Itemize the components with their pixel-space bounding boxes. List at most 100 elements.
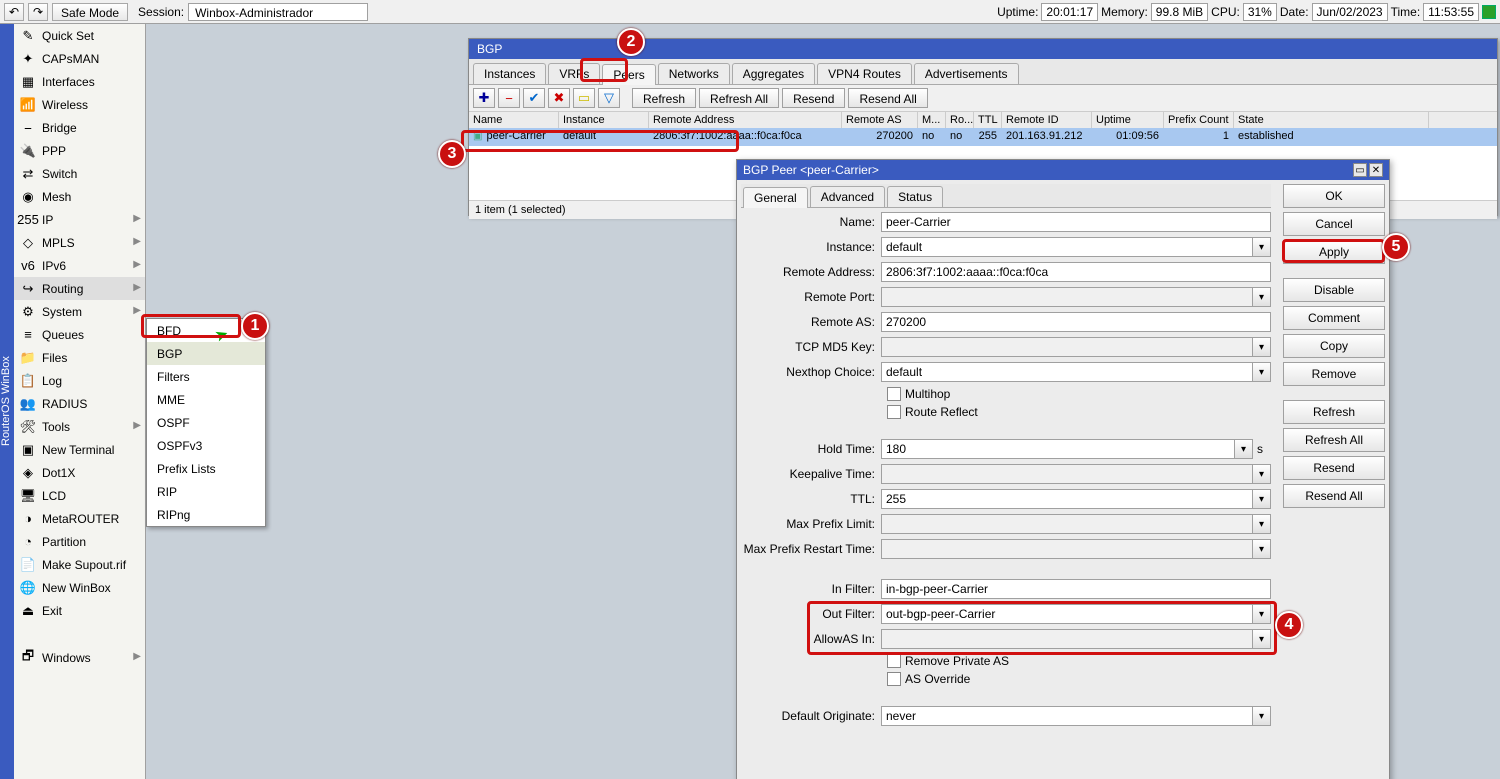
out-filter-input[interactable]: out-bgp-peer-Carrier [881,604,1253,624]
remote-port-dropdown[interactable]: ▾ [1253,287,1271,307]
max-prefix-dropdown[interactable]: ▾ [1253,514,1271,534]
ttl-dropdown[interactable]: ▾ [1253,489,1271,509]
comment-button[interactable]: ▭ [573,88,595,108]
default-originate-input[interactable]: never [881,706,1253,726]
refresh-button[interactable]: Refresh [1283,400,1385,424]
peer-tab-general[interactable]: General [743,187,808,208]
allowas-dropdown[interactable]: ▾ [1253,629,1271,649]
menu-bridge[interactable]: ⎯Bridge [14,116,145,139]
menu-tools[interactable]: 🛠Tools▶ [14,415,145,438]
tab-instances[interactable]: Instances [473,63,546,84]
col-header[interactable]: Name [469,112,559,128]
in-filter-input[interactable]: in-bgp-peer-Carrier [881,579,1271,599]
submenu-ospfv3[interactable]: OSPFv3 [147,434,265,457]
ok-button[interactable]: OK [1283,184,1385,208]
refresh-button[interactable]: Refresh [632,88,696,108]
submenu-ospf[interactable]: OSPF [147,411,265,434]
menu-exit[interactable]: ⏏Exit [14,599,145,622]
tab-networks[interactable]: Networks [658,63,730,84]
submenu-prefix-lists[interactable]: Prefix Lists [147,457,265,480]
menu-quick-set[interactable]: ✎Quick Set [14,24,145,47]
nexthop-dropdown[interactable]: ▾ [1253,362,1271,382]
menu-log[interactable]: 📋Log [14,369,145,392]
disable-button[interactable]: ✖ [548,88,570,108]
menu-windows[interactable]: 🗗Windows▶ [14,646,145,669]
nexthop-input[interactable]: default [881,362,1253,382]
default-originate-dropdown[interactable]: ▾ [1253,706,1271,726]
keepalive-input[interactable] [881,464,1253,484]
menu-queues[interactable]: ≡Queues [14,323,145,346]
menu-mpls[interactable]: ◇MPLS▶ [14,231,145,254]
menu-partition[interactable]: ◔Partition [14,530,145,553]
menu-system[interactable]: ⚙System▶ [14,300,145,323]
menu-new-winbox[interactable]: 🌐New WinBox [14,576,145,599]
peer-tab-status[interactable]: Status [887,186,943,207]
name-input[interactable]: peer-Carrier [881,212,1271,232]
col-header[interactable]: Remote Address [649,112,842,128]
resend-all-button[interactable]: Resend All [1283,484,1385,508]
copy-button[interactable]: Copy [1283,334,1385,358]
resend-button[interactable]: Resend [782,88,845,108]
menu-interfaces[interactable]: ▦Interfaces [14,70,145,93]
tab-aggregates[interactable]: Aggregates [732,63,815,84]
comment-button[interactable]: Comment [1283,306,1385,330]
as-override-checkbox[interactable] [887,672,901,686]
menu-radius[interactable]: 👥RADIUS [14,392,145,415]
submenu-ripng[interactable]: RIPng [147,503,265,526]
remote-address-input[interactable]: 2806:3f7:1002:aaaa::f0ca:f0ca [881,262,1271,282]
menu-routing[interactable]: ↪Routing▶ [14,277,145,300]
menu-ip[interactable]: 255IP▶ [14,208,145,231]
menu-files[interactable]: 📁Files [14,346,145,369]
col-header[interactable]: Remote ID [1002,112,1092,128]
remove-private-checkbox[interactable] [887,654,901,668]
max-prefix-input[interactable] [881,514,1253,534]
max-prefix-restart-dropdown[interactable]: ▾ [1253,539,1271,559]
allowas-input[interactable] [881,629,1253,649]
remote-as-input[interactable]: 270200 [881,312,1271,332]
resend-button[interactable]: Resend [1283,456,1385,480]
col-header[interactable]: State [1234,112,1429,128]
refresh-all-button[interactable]: Refresh All [1283,428,1385,452]
menu-switch[interactable]: ⇄Switch [14,162,145,185]
menu-metarouter[interactable]: ◑MetaROUTER [14,507,145,530]
tcp-md5-input[interactable] [881,337,1253,357]
apply-button[interactable]: Apply [1283,240,1385,264]
hold-time-input[interactable]: 180 [881,439,1235,459]
safe-mode-button[interactable]: Safe Mode [52,3,128,21]
col-header[interactable]: Remote AS [842,112,918,128]
col-header[interactable]: TTL [974,112,1002,128]
out-filter-dropdown[interactable]: ▾ [1253,604,1271,624]
submenu-filters[interactable]: Filters [147,365,265,388]
minimize-icon[interactable]: ▭ [1353,163,1367,177]
submenu-mme[interactable]: MME [147,388,265,411]
menu-ppp[interactable]: 🔌PPP [14,139,145,162]
disable-button[interactable]: Disable [1283,278,1385,302]
resend-all-button[interactable]: Resend All [848,88,927,108]
max-prefix-restart-input[interactable] [881,539,1253,559]
menu-wireless[interactable]: 📶Wireless [14,93,145,116]
route-reflect-checkbox[interactable] [887,405,901,419]
remove-button[interactable]: Remove [1283,362,1385,386]
remote-port-input[interactable] [881,287,1253,307]
submenu-rip[interactable]: RIP [147,480,265,503]
add-button[interactable]: ✚ [473,88,495,108]
cancel-button[interactable]: Cancel [1283,212,1385,236]
col-header[interactable]: Instance [559,112,649,128]
tab-advertisements[interactable]: Advertisements [914,63,1019,84]
redo-button[interactable]: ↷ [28,3,48,21]
menu-mesh[interactable]: ◉Mesh [14,185,145,208]
instance-input[interactable]: default [881,237,1253,257]
remove-button[interactable]: − [498,88,520,108]
menu-capsman[interactable]: ✦CAPsMAN [14,47,145,70]
tab-vrfs[interactable]: VRFs [548,63,600,84]
close-icon[interactable]: ✕ [1369,163,1383,177]
col-header[interactable]: Prefix Count [1164,112,1234,128]
filter-button[interactable]: ▽ [598,88,620,108]
undo-button[interactable]: ↶ [4,3,24,21]
tab-peers[interactable]: Peers [602,64,655,85]
multihop-checkbox[interactable] [887,387,901,401]
tcp-md5-dropdown[interactable]: ▾ [1253,337,1271,357]
enable-button[interactable]: ✔ [523,88,545,108]
ttl-input[interactable]: 255 [881,489,1253,509]
col-header[interactable]: M... [918,112,946,128]
